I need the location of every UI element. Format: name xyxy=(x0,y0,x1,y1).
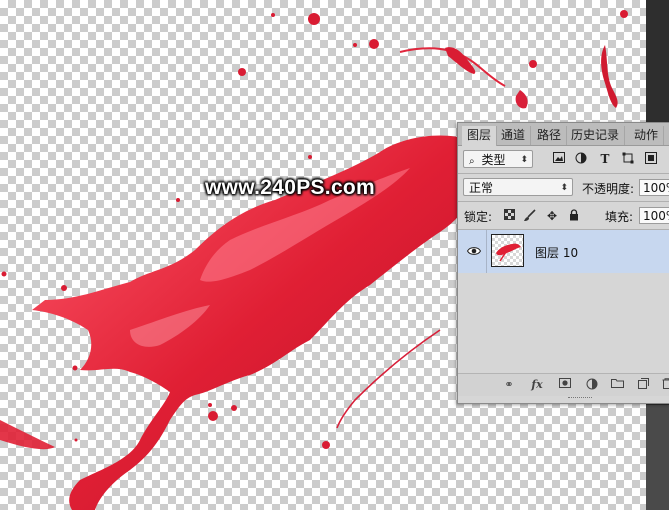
smart-object-filter-icon[interactable] xyxy=(644,152,658,166)
blend-mode-select[interactable]: 正常 ⬍ xyxy=(463,178,573,196)
paint-droplet xyxy=(529,60,537,68)
paint-droplet xyxy=(1,271,7,277)
panel-resize-grip[interactable] xyxy=(568,397,592,400)
adjustment-filter-icon[interactable] xyxy=(574,152,588,166)
paint-droplet xyxy=(308,13,320,25)
paint-droplet xyxy=(72,365,78,371)
lock-transparent-icon[interactable] xyxy=(502,209,516,223)
layer-filter-select[interactable]: ⌕ 类型 ⬍ xyxy=(463,150,533,168)
paint-droplet xyxy=(176,198,180,202)
filter-kind-label: 类型 xyxy=(481,153,506,167)
search-icon: ⌕ xyxy=(469,156,475,167)
paint-droplet xyxy=(369,39,379,49)
blend-mode-value: 正常 xyxy=(469,181,494,195)
layers-panel: 图层 通道 路径 历史记录 动作 ⌕ 类型 ⬍ T 正常 ⬍ 不透明度: 100… xyxy=(457,122,669,404)
watermark-text: www.240PS.com xyxy=(205,176,376,199)
fill-label: 填充: xyxy=(605,210,634,224)
paint-droplet xyxy=(322,441,330,449)
layer-row[interactable]: 图层 10 xyxy=(458,230,669,273)
paint-drip-top-right xyxy=(515,90,528,109)
fx-icon[interactable]: fx xyxy=(530,378,544,392)
paint-droplet xyxy=(353,43,357,47)
fill-input[interactable]: 100% xyxy=(639,207,669,224)
trash-icon[interactable] xyxy=(660,378,669,392)
shape-filter-icon[interactable] xyxy=(621,152,635,166)
type-filter-icon[interactable]: T xyxy=(598,152,612,166)
paint-droplet xyxy=(231,405,237,411)
layer-thumbnail[interactable] xyxy=(491,234,524,267)
tab-history[interactable]: 历史记录 xyxy=(566,126,626,145)
lock-paint-icon[interactable] xyxy=(523,209,537,223)
chevron-updown-icon: ⬍ xyxy=(560,183,568,193)
link-icon[interactable]: ⚭ xyxy=(502,378,516,392)
layers-bottom-toolbar: ⚭ fx xyxy=(458,373,669,396)
paint-droplet xyxy=(208,403,212,407)
tab-paths[interactable]: 路径 xyxy=(532,126,568,145)
tab-actions[interactable]: 动作 xyxy=(629,126,665,145)
lock-label: 锁定: xyxy=(464,210,493,224)
eye-icon[interactable] xyxy=(466,245,482,255)
paint-drip-left xyxy=(0,420,55,450)
chevron-updown-icon: ⬍ xyxy=(520,155,528,165)
paint-droplet xyxy=(61,285,67,291)
opacity-label: 不透明度: xyxy=(582,182,635,196)
image-filter-icon[interactable] xyxy=(552,152,566,166)
paint-droplet xyxy=(620,10,628,18)
layer-divider xyxy=(486,230,487,273)
paint-thin-streak xyxy=(336,329,441,429)
tab-channels[interactable]: 通道 xyxy=(496,126,532,145)
paint-droplet xyxy=(238,68,246,76)
adjustment-icon[interactable] xyxy=(585,378,599,392)
paint-droplet xyxy=(74,438,78,442)
paint-droplet xyxy=(271,13,275,17)
tab-layers[interactable]: 图层 xyxy=(462,126,498,146)
lock-move-icon[interactable]: ✥ xyxy=(545,209,559,223)
group-folder-icon[interactable] xyxy=(610,378,624,392)
mask-icon[interactable] xyxy=(558,378,572,392)
paint-droplet xyxy=(308,155,312,159)
new-layer-icon[interactable] xyxy=(636,378,650,392)
panel-tab-bar: 图层 通道 路径 历史记录 动作 xyxy=(458,123,669,146)
paint-droplet xyxy=(208,411,218,421)
layer-name[interactable]: 图层 10 xyxy=(535,244,578,261)
paint-drip-right xyxy=(601,45,618,108)
opacity-input[interactable]: 100% xyxy=(639,179,669,196)
lock-all-icon[interactable] xyxy=(567,209,581,223)
